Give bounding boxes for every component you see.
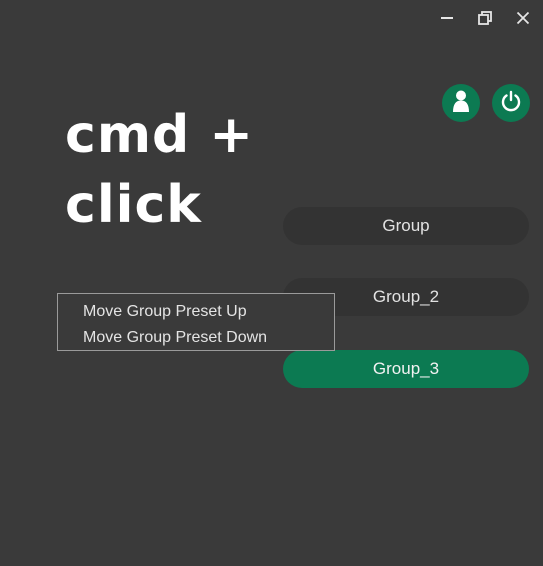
group-preset-button[interactable]: Group (283, 207, 529, 245)
group-preset-label: Group_3 (372, 359, 440, 378)
power-button[interactable] (492, 84, 530, 122)
context-menu: Move Group Preset Up Move Group Preset D… (57, 293, 335, 351)
close-icon (516, 11, 530, 25)
instruction-overlay: cmd + click (65, 100, 254, 240)
minimize-button[interactable] (435, 8, 459, 28)
restore-button[interactable] (473, 8, 497, 28)
group-preset-button-active[interactable]: Group_3 (283, 350, 529, 388)
minimize-icon (440, 11, 454, 25)
user-button[interactable] (442, 84, 480, 122)
user-icon (450, 89, 472, 118)
menu-item-move-up[interactable]: Move Group Preset Up (58, 299, 334, 325)
power-icon (500, 90, 522, 117)
window-controls (435, 8, 535, 28)
group-preset-label: Group_2 (372, 287, 440, 306)
close-button[interactable] (511, 8, 535, 28)
overlay-line-1: cmd + (65, 105, 254, 165)
group-preset-label: Group (382, 216, 430, 235)
overlay-line-2: click (65, 175, 202, 235)
restore-icon (478, 11, 492, 25)
menu-item-move-down[interactable]: Move Group Preset Down (58, 325, 334, 351)
